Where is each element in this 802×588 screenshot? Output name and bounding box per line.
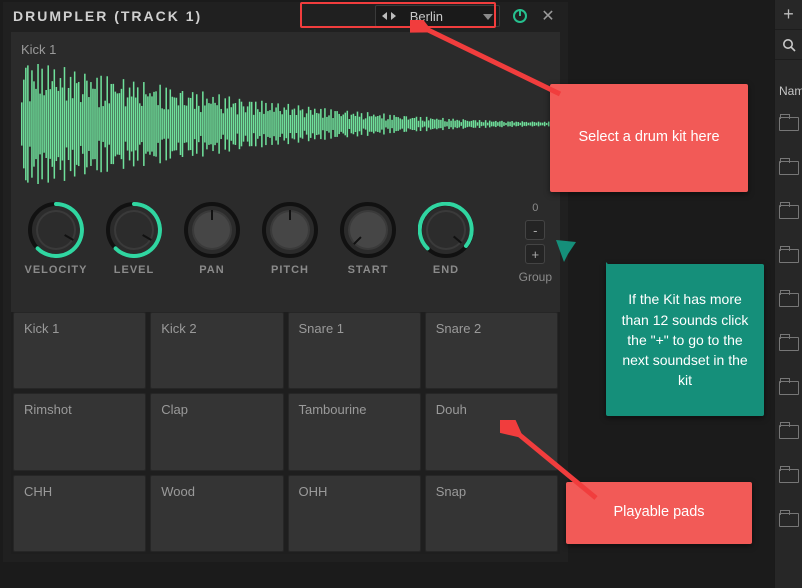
browser-add-button[interactable]: + bbox=[775, 0, 802, 30]
browser-strip: + Nam bbox=[774, 0, 802, 588]
waveform-display[interactable] bbox=[21, 64, 550, 184]
group-index: 0 bbox=[532, 202, 538, 214]
drumpler-panel: DRUMPLER (TRACK 1) Berlin ✕ Kick 1 bbox=[3, 2, 568, 562]
drum-pad[interactable]: Wood bbox=[150, 475, 283, 552]
search-icon[interactable] bbox=[775, 30, 802, 60]
drum-pad[interactable]: Tambourine bbox=[288, 393, 421, 470]
drum-pad[interactable]: Kick 2 bbox=[150, 312, 283, 389]
folder-icon[interactable] bbox=[775, 322, 802, 366]
preset-prev-next-icon[interactable] bbox=[376, 6, 402, 26]
folder-icon[interactable] bbox=[775, 498, 802, 542]
group-label: Group bbox=[519, 270, 552, 284]
drum-pad[interactable]: Snap bbox=[425, 475, 558, 552]
folder-icon[interactable] bbox=[775, 366, 802, 410]
knob-pan[interactable]: PAN bbox=[173, 202, 251, 276]
drum-pad[interactable]: CHH bbox=[13, 475, 146, 552]
annotation-callout-pads: Playable pads bbox=[566, 482, 752, 544]
titlebar: DRUMPLER (TRACK 1) Berlin ✕ bbox=[3, 2, 568, 30]
drum-pad[interactable]: Snare 1 bbox=[288, 312, 421, 389]
folder-icon[interactable] bbox=[775, 146, 802, 190]
drum-pad[interactable]: Snare 2 bbox=[425, 312, 558, 389]
preset-name: Berlin bbox=[402, 9, 477, 24]
folder-icon[interactable] bbox=[775, 410, 802, 454]
knob-label: VELOCITY bbox=[24, 264, 87, 276]
app-root: DRUMPLER (TRACK 1) Berlin ✕ Kick 1 bbox=[0, 0, 802, 588]
knob-pitch[interactable]: PITCH bbox=[251, 202, 329, 276]
knob-row: VELOCITY LEVEL PAN PITCH START bbox=[17, 202, 554, 312]
group-next-button[interactable]: + bbox=[525, 244, 545, 264]
power-button[interactable] bbox=[510, 6, 530, 26]
knob-label: END bbox=[433, 264, 459, 276]
knob-level[interactable]: LEVEL bbox=[95, 202, 173, 276]
folder-icon[interactable] bbox=[775, 278, 802, 322]
pad-grid: Kick 1 Kick 2 Snare 1 Snare 2 Rimshot Cl… bbox=[11, 312, 560, 554]
knob-end[interactable]: END bbox=[407, 202, 485, 276]
group-column: 0 - + Group bbox=[519, 202, 552, 284]
annotation-callout-group: If the Kit has more than 12 sounds click… bbox=[606, 264, 764, 416]
folder-icon[interactable] bbox=[775, 234, 802, 278]
knob-label: PAN bbox=[199, 264, 224, 276]
sample-name: Kick 1 bbox=[11, 32, 560, 57]
drum-pad[interactable]: Rimshot bbox=[13, 393, 146, 470]
annotation-callout-kit: Select a drum kit here bbox=[550, 84, 748, 192]
folder-icon[interactable] bbox=[775, 102, 802, 146]
preset-dropdown-icon[interactable] bbox=[477, 7, 499, 25]
drum-pad[interactable]: Clap bbox=[150, 393, 283, 470]
plugin-title: DRUMPLER (TRACK 1) bbox=[13, 8, 202, 24]
knob-label: START bbox=[348, 264, 389, 276]
drum-pad[interactable]: Kick 1 bbox=[13, 312, 146, 389]
close-button[interactable]: ✕ bbox=[538, 6, 558, 26]
knob-label: PITCH bbox=[271, 264, 309, 276]
drum-pad[interactable]: Douh bbox=[425, 393, 558, 470]
folder-icon[interactable] bbox=[775, 190, 802, 234]
knob-velocity[interactable]: VELOCITY bbox=[17, 202, 95, 276]
group-prev-button[interactable]: - bbox=[525, 220, 545, 240]
browser-column-header: Nam bbox=[779, 84, 802, 98]
plugin-body: Kick 1 VELOCITY LEVE bbox=[11, 32, 560, 554]
preset-selector[interactable]: Berlin bbox=[375, 5, 500, 27]
folder-icon[interactable] bbox=[775, 454, 802, 498]
drum-pad[interactable]: OHH bbox=[288, 475, 421, 552]
knob-label: LEVEL bbox=[114, 264, 154, 276]
knob-start[interactable]: START bbox=[329, 202, 407, 276]
